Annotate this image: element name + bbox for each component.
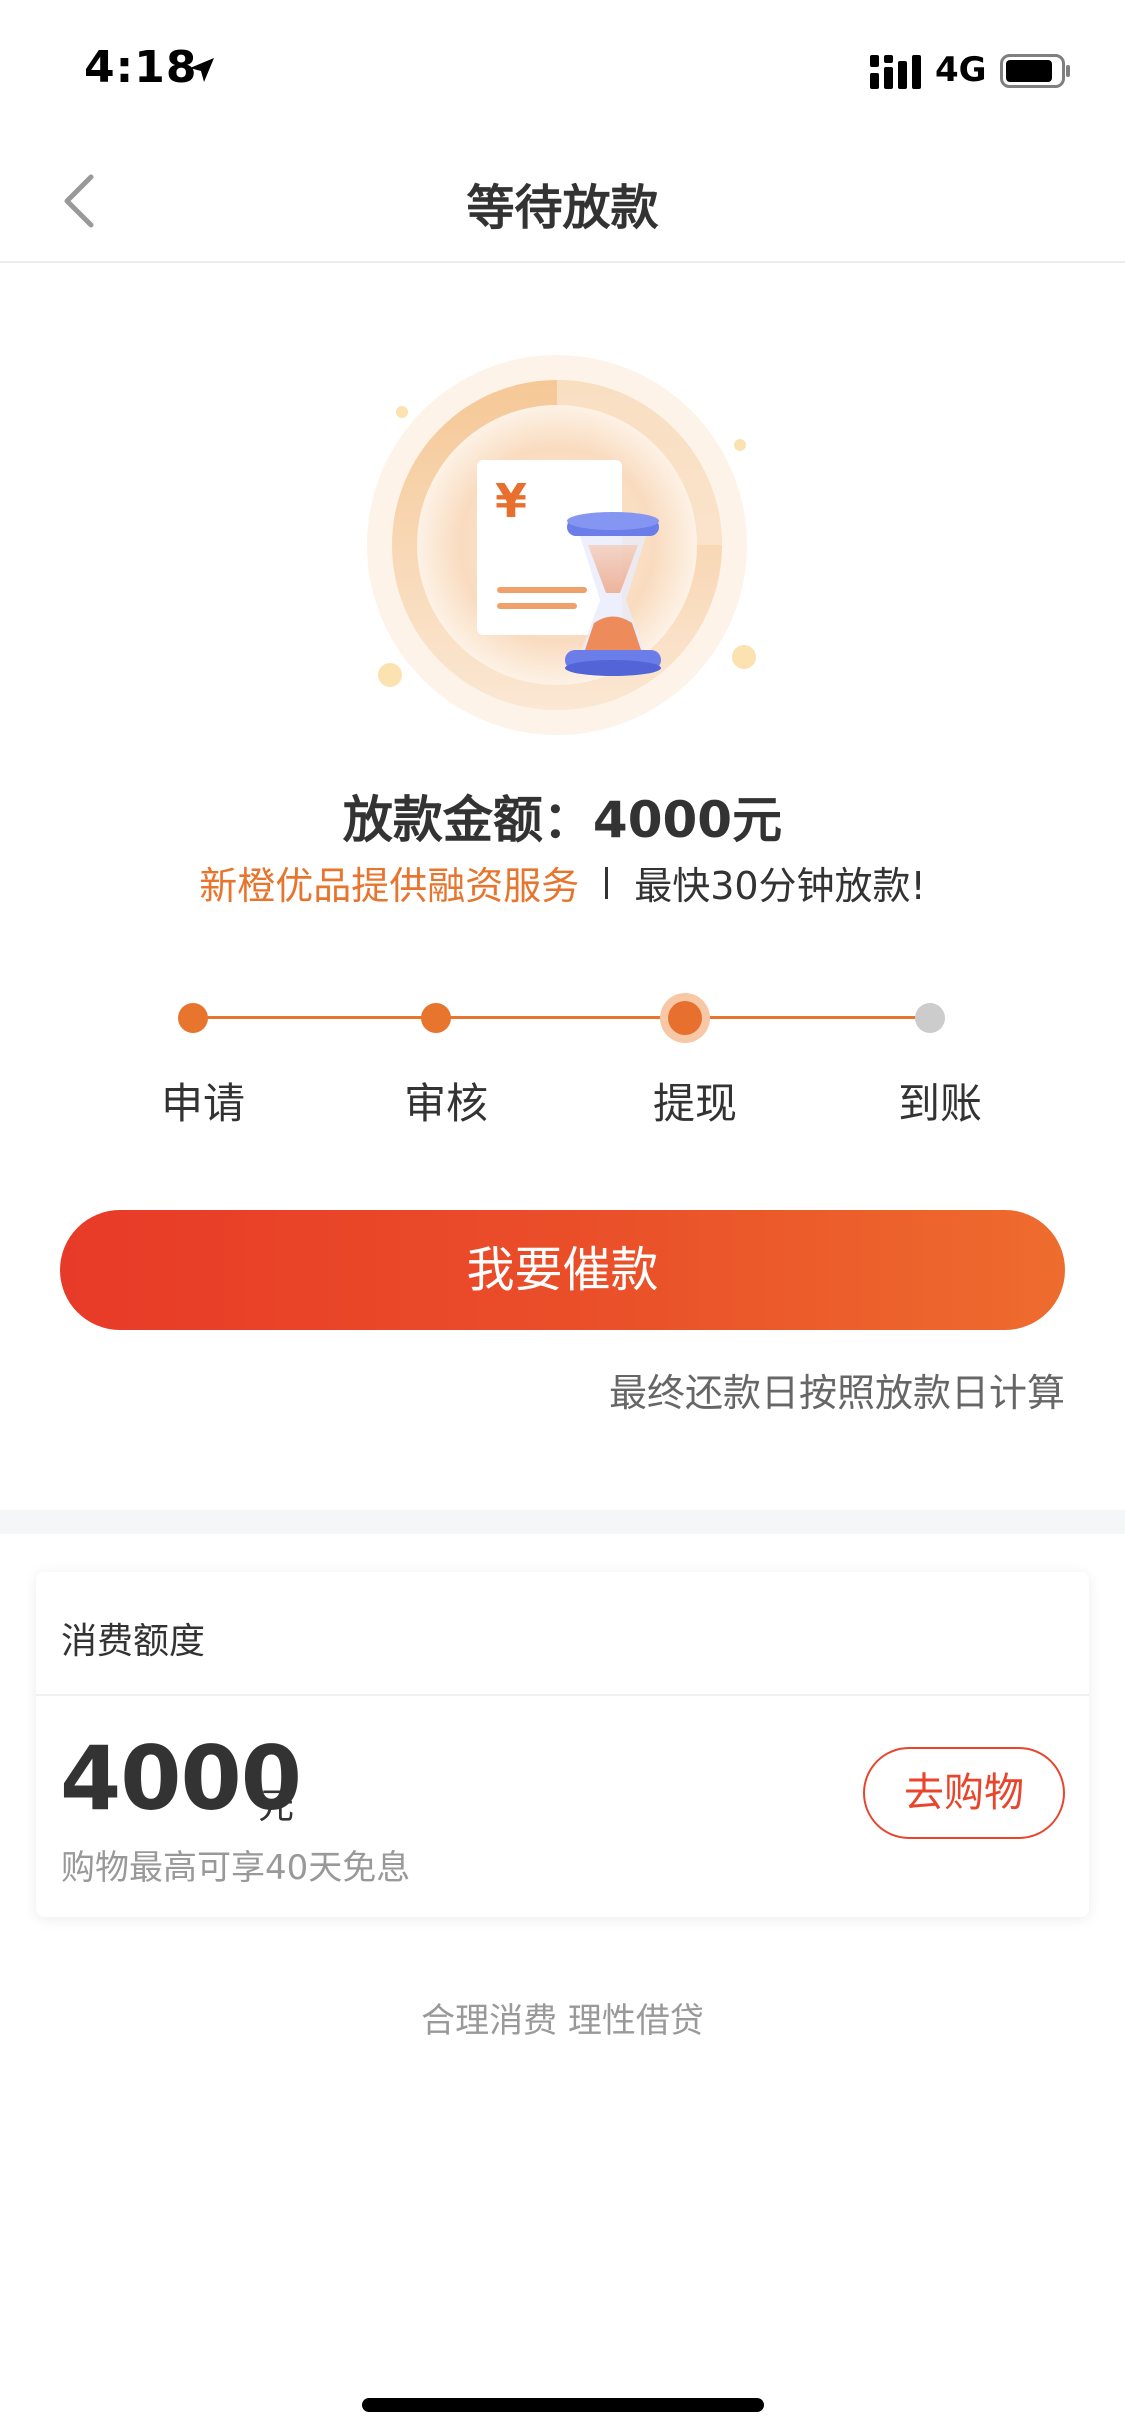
- step-connector: [685, 1016, 930, 1019]
- status-time: 4:18: [84, 42, 198, 93]
- step-label: 审核: [403, 1079, 488, 1128]
- repay-note: 最终还款日按照放款日计算: [608, 1371, 1065, 1415]
- credit-title: 消费额度: [61, 1621, 206, 1662]
- progress-steps: 申请 审核 提现 到账: [0, 990, 1125, 1130]
- step-label: 申请: [160, 1079, 245, 1128]
- provider-text: 新橙优品提供融资服务: [199, 864, 580, 908]
- step-label: 到账: [897, 1079, 982, 1128]
- divider: [36, 1694, 1089, 1696]
- signal-icon: [870, 55, 921, 89]
- credit-unit: 元: [258, 1786, 295, 1827]
- step-connector: [193, 1016, 436, 1019]
- loan-amount-label: 放款金额：: [342, 791, 593, 849]
- urge-payout-button[interactable]: 我要催款: [60, 1210, 1065, 1330]
- location-arrow-icon: [190, 58, 214, 82]
- footer-slogan: 合理消费 理性借贷: [421, 2001, 704, 2041]
- loan-amount-value: 4000元: [592, 791, 783, 849]
- go-shopping-button[interactable]: 去购物: [863, 1747, 1065, 1839]
- section-separator: [0, 1510, 1125, 1534]
- battery-icon: [1000, 54, 1070, 88]
- loan-amount-line: 放款金额：4000元: [0, 780, 1125, 852]
- step-connector: [436, 1016, 685, 1019]
- page-title: 等待放款: [466, 180, 659, 236]
- waiting-illustration: ¥: [367, 355, 756, 735]
- divider: [605, 866, 609, 899]
- loan-sub-line: 新橙优品提供融资服务 最快30分钟放款!: [0, 855, 1125, 910]
- step-dot-done: [421, 1003, 451, 1033]
- credit-card: 消费额度 4000 元 购物最高可享40天免息 去购物: [36, 1572, 1089, 1917]
- nav-bar: 等待放款: [0, 140, 1125, 263]
- network-label: 4G: [935, 50, 987, 90]
- svg-text:¥: ¥: [495, 474, 527, 528]
- speed-text: 最快30分钟放款!: [634, 864, 926, 908]
- home-indicator[interactable]: [362, 2398, 764, 2412]
- step-label: 提现: [652, 1079, 737, 1128]
- credit-description: 购物最高可享40天免息: [61, 1848, 411, 1888]
- step-dot-current: [660, 993, 710, 1043]
- status-bar: 4:18 4G: [0, 0, 1125, 140]
- step-dot-pending: [915, 1003, 945, 1033]
- step-dot-done: [178, 1003, 208, 1033]
